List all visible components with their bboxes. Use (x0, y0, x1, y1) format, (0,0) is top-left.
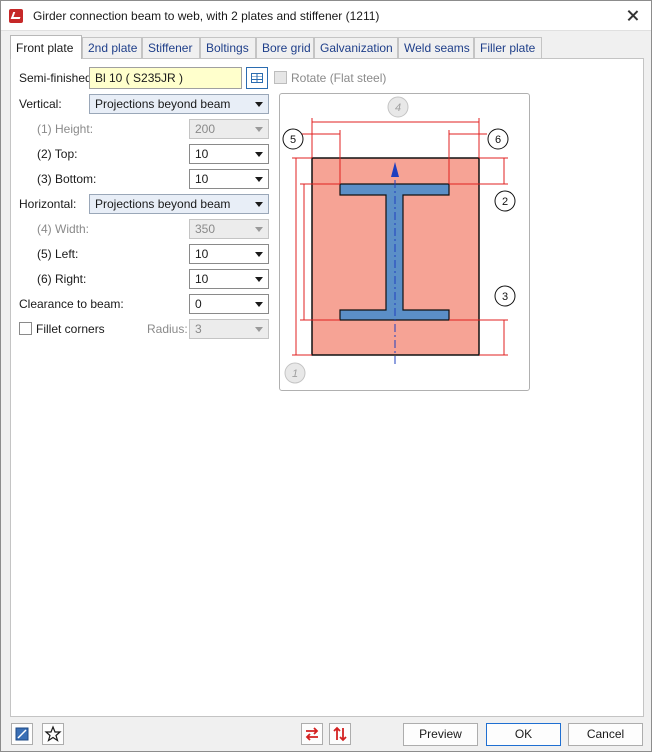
width-value: 350 (195, 222, 216, 236)
marker-2: 2 (502, 196, 508, 208)
clearance-select[interactable]: 0 (189, 294, 269, 314)
rotate-checkbox[interactable] (274, 71, 287, 84)
top-label: (2) Top: (37, 147, 78, 161)
semifinished-label: Semi-finished (19, 71, 89, 85)
left-label: (5) Left: (37, 247, 79, 261)
chevron-down-icon (255, 302, 263, 307)
clearance-value: 0 (195, 297, 202, 311)
radius-label: Radius: (147, 322, 188, 336)
height-value: 200 (195, 122, 216, 136)
catalog-icon (251, 73, 263, 83)
horizontal-label: Horizontal: (19, 197, 77, 211)
tab-stiffener[interactable]: Stiffener (142, 37, 200, 58)
chevron-down-icon (255, 327, 263, 332)
swap-horizontal-icon (305, 727, 319, 741)
tab-bore-grid[interactable]: Bore grid (256, 37, 314, 58)
title-bar: Girder connection beam to web, with 2 pl… (1, 1, 651, 31)
tab-front-plate[interactable]: Front plate (10, 35, 82, 59)
semifinished-input[interactable]: Bl 10 ( S235JR ) (89, 67, 242, 89)
tab-2nd-plate[interactable]: 2nd plate (82, 37, 142, 58)
bottom-select[interactable]: 10 (189, 169, 269, 189)
bottom-label: (3) Bottom: (37, 172, 97, 186)
chevron-down-icon (255, 227, 263, 232)
top-value: 10 (195, 147, 209, 161)
width-label: (4) Width: (37, 222, 90, 236)
clearance-label: Clearance to beam: (19, 297, 124, 311)
chevron-down-icon (255, 252, 263, 257)
right-value: 10 (195, 272, 209, 286)
fillet-corners-checkbox[interactable] (19, 322, 32, 335)
tab-boltings[interactable]: Boltings (200, 37, 256, 58)
tab-filler-plate[interactable]: Filler plate (474, 37, 542, 58)
diagram-svg: 1 2 3 4 5 6 (282, 96, 516, 384)
height-select[interactable]: 200 (189, 119, 269, 139)
semifinished-value: Bl 10 ( S235JR ) (95, 71, 184, 85)
vertical-value: Projections beyond beam (95, 97, 231, 111)
vertical-label: Vertical: (19, 97, 62, 111)
ok-button[interactable]: OK (486, 723, 561, 746)
marker-5: 5 (290, 134, 296, 146)
fillet-corners-label: Fillet corners (36, 322, 105, 336)
marker-6: 6 (495, 134, 501, 146)
left-value: 10 (195, 247, 209, 261)
dialog-window: Girder connection beam to web, with 2 pl… (0, 0, 652, 752)
chevron-down-icon (255, 102, 263, 107)
swap-vertical-icon (333, 726, 347, 742)
radius-value: 3 (195, 322, 202, 336)
radius-select[interactable]: 3 (189, 319, 269, 339)
height-label: (1) Height: (37, 122, 94, 136)
chevron-down-icon (255, 277, 263, 282)
right-label: (6) Right: (37, 272, 87, 286)
app-logo-icon (9, 9, 23, 23)
rotate-label: Rotate (Flat steel) (291, 71, 387, 85)
chevron-down-icon (255, 177, 263, 182)
close-icon[interactable] (623, 6, 643, 26)
star-icon (44, 725, 62, 742)
chevron-down-icon (255, 152, 263, 157)
vertical-select[interactable]: Projections beyond beam (89, 94, 269, 114)
tab-galvanization[interactable]: Galvanization (314, 37, 398, 58)
top-select[interactable]: 10 (189, 144, 269, 164)
swap-horizontal-button[interactable] (301, 723, 323, 745)
right-select[interactable]: 10 (189, 269, 269, 289)
marker-1: 1 (292, 368, 298, 380)
bottom-value: 10 (195, 172, 209, 186)
front-plate-diagram: 1 2 3 4 5 6 (279, 93, 530, 391)
left-select[interactable]: 10 (189, 244, 269, 264)
library-button[interactable] (246, 67, 268, 89)
horizontal-select[interactable]: Projections beyond beam (89, 194, 269, 214)
horizontal-value: Projections beyond beam (95, 197, 231, 211)
help-button[interactable] (11, 723, 33, 745)
cancel-button[interactable]: Cancel (568, 723, 643, 746)
swap-vertical-button[interactable] (329, 723, 351, 745)
width-select[interactable]: 350 (189, 219, 269, 239)
help-book-icon (15, 727, 29, 741)
window-title: Girder connection beam to web, with 2 pl… (33, 9, 380, 23)
chevron-down-icon (255, 202, 263, 207)
marker-3: 3 (502, 291, 508, 303)
favorite-button[interactable] (42, 723, 64, 745)
marker-4: 4 (395, 102, 401, 114)
chevron-down-icon (255, 127, 263, 132)
preview-button[interactable]: Preview (403, 723, 478, 746)
tab-weld-seams[interactable]: Weld seams (398, 37, 474, 58)
